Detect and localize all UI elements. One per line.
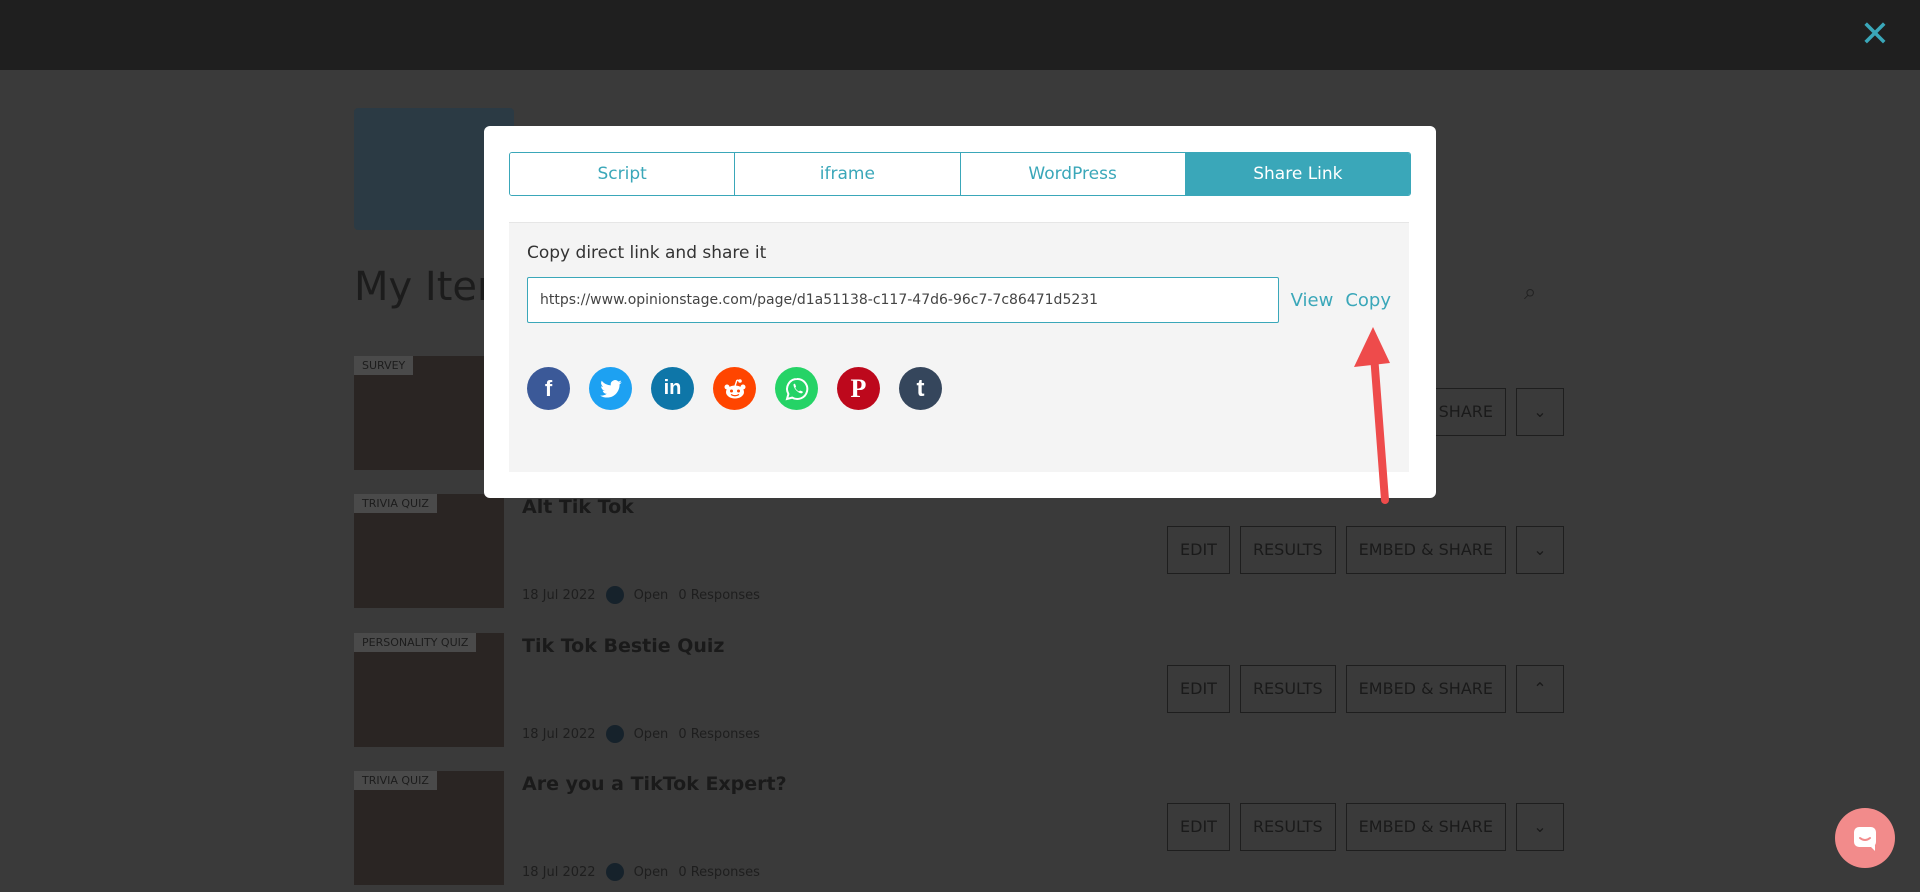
reddit-icon[interactable] [713, 367, 756, 410]
linkedin-icon[interactable]: in [651, 367, 694, 410]
whatsapp-icon[interactable] [775, 367, 818, 410]
tab-iframe[interactable]: iframe [735, 153, 961, 195]
embed-share-modal: Script iframe WordPress Share Link Copy … [484, 126, 1436, 498]
pinterest-icon[interactable]: P [837, 367, 880, 410]
facebook-icon[interactable]: f [527, 367, 570, 410]
share-link-panel: Copy direct link and share it View Copy … [509, 222, 1409, 472]
social-share-buttons: f in P t [527, 367, 1391, 410]
tumblr-icon[interactable]: t [899, 367, 942, 410]
link-row: View Copy [527, 277, 1391, 323]
copy-link[interactable]: Copy [1345, 290, 1391, 311]
share-link-input[interactable] [527, 277, 1279, 323]
annotation-arrow-icon [1354, 327, 1390, 504]
view-link[interactable]: View [1291, 290, 1334, 311]
chat-icon [1854, 827, 1876, 851]
tab-share-link[interactable]: Share Link [1185, 153, 1410, 195]
tab-script[interactable]: Script [510, 153, 736, 195]
tab-wordpress[interactable]: WordPress [960, 153, 1186, 195]
embed-tabs: Script iframe WordPress Share Link [509, 152, 1411, 196]
twitter-icon[interactable] [589, 367, 632, 410]
share-link-label: Copy direct link and share it [527, 243, 767, 263]
chat-launcher[interactable] [1835, 808, 1895, 868]
